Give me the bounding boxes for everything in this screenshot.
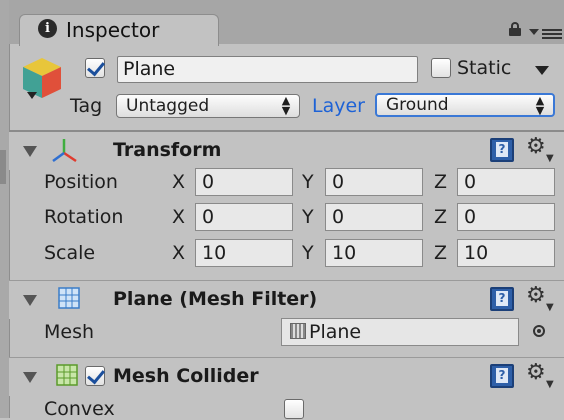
axis-x-label: X <box>172 171 186 193</box>
gear-icon[interactable]: ⚙ ▼ <box>526 285 554 314</box>
axis-z-label: Z <box>434 242 448 264</box>
gear-icon[interactable]: ⚙ ▼ <box>526 362 554 391</box>
tag-popup[interactable]: Untagged ▲ ▼ <box>116 94 300 118</box>
axis-x-label: X <box>172 242 186 264</box>
active-checkbox[interactable] <box>85 58 105 78</box>
mesh-collider-header[interactable]: Mesh Collider ? ⚙ ▼ <box>9 357 564 396</box>
mesh-filter-icon <box>58 287 80 309</box>
axis-z-label: Z <box>434 171 448 193</box>
mesh-label: Mesh <box>44 321 95 343</box>
mesh-asset-icon <box>290 323 306 339</box>
mesh-value: Plane <box>309 321 362 343</box>
position-y-field[interactable]: 0 <box>325 168 423 196</box>
axis-x-label: X <box>172 206 186 228</box>
rotation-z-field[interactable]: 0 <box>457 203 555 231</box>
rotation-y-field[interactable]: 0 <box>325 203 423 231</box>
rotation-x-field[interactable]: 0 <box>195 203 293 231</box>
tab-title: Inspector <box>66 18 160 42</box>
tab-bar: i Inspector <box>9 0 564 46</box>
transform-title: Transform <box>113 139 222 161</box>
gameobject-cube-icon <box>23 58 61 99</box>
lock-icon[interactable] <box>509 22 521 36</box>
scale-x-field[interactable]: 10 <box>195 239 293 267</box>
help-icon[interactable]: ? <box>490 364 514 388</box>
info-icon: i <box>38 19 57 38</box>
popup-arrows-icon: ▲ ▼ <box>535 94 545 117</box>
rotation-label: Rotation <box>44 206 124 228</box>
foldout-arrow-icon[interactable] <box>23 146 37 157</box>
layer-label: Layer <box>312 95 365 117</box>
static-label: Static <box>457 57 512 79</box>
scale-z-field[interactable]: 10 <box>457 239 555 267</box>
static-checkbox[interactable] <box>431 58 451 78</box>
mesh-object-field[interactable]: Plane <box>281 318 519 346</box>
static-dropdown-icon[interactable] <box>535 66 549 75</box>
convex-checkbox[interactable] <box>284 399 304 419</box>
menu-icon[interactable] <box>529 26 563 40</box>
layer-value: Ground <box>386 95 449 115</box>
position-z-field[interactable]: 0 <box>457 168 555 196</box>
mesh-collider-icon <box>56 364 78 386</box>
help-icon[interactable]: ? <box>490 138 514 162</box>
transform-header[interactable]: Transform ? ⚙ ▼ <box>9 130 564 170</box>
tag-label: Tag <box>70 95 103 117</box>
mesh-collider-title: Mesh Collider <box>113 365 259 387</box>
mesh-filter-title: Plane (Mesh Filter) <box>113 288 318 310</box>
foldout-arrow-icon[interactable] <box>23 295 37 306</box>
transform-axes-icon <box>52 139 77 163</box>
gear-icon[interactable]: ⚙ ▼ <box>526 136 554 165</box>
scale-label: Scale <box>44 242 96 264</box>
foldout-arrow-icon[interactable] <box>23 372 37 383</box>
object-header: Plane Static Tag Untagged ▲ ▼ Layer Groun… <box>9 44 564 130</box>
scrollbar-thumb[interactable] <box>0 150 6 184</box>
axis-y-label: Y <box>302 206 314 228</box>
scale-y-field[interactable]: 10 <box>325 239 423 267</box>
help-icon[interactable]: ? <box>490 287 514 311</box>
tab-inspector[interactable]: i Inspector <box>19 14 219 46</box>
object-name-field[interactable]: Plane <box>117 56 418 83</box>
axis-y-label: Y <box>302 242 314 264</box>
popup-arrows-icon: ▲ ▼ <box>281 94 291 117</box>
tag-value: Untagged <box>126 96 210 116</box>
mesh-filter-header[interactable]: Plane (Mesh Filter) ? ⚙ ▼ <box>9 280 564 319</box>
axis-z-label: Z <box>434 206 448 228</box>
position-x-field[interactable]: 0 <box>195 168 293 196</box>
layer-popup[interactable]: Ground ▲ ▼ <box>375 93 555 117</box>
axis-y-label: Y <box>302 171 314 193</box>
convex-label: Convex <box>44 398 115 420</box>
object-picker-icon[interactable] <box>533 325 545 337</box>
mesh-collider-enabled-checkbox[interactable] <box>85 366 105 386</box>
position-label: Position <box>44 171 118 193</box>
